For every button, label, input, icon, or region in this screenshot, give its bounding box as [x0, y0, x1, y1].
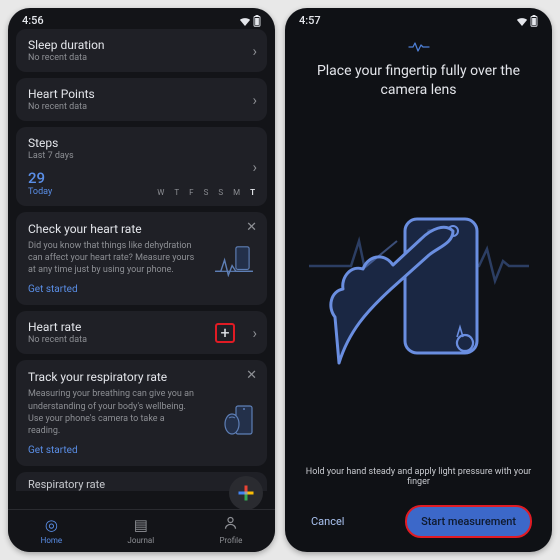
card-sleep[interactable]: Sleep duration No recent data ›: [16, 29, 267, 72]
home-icon: ◎: [45, 516, 58, 534]
wifi-icon: [239, 16, 251, 26]
card-title: Heart Points: [28, 87, 255, 101]
plus-multicolor-icon: [237, 484, 255, 502]
days-row: W T F S S M T: [157, 188, 255, 197]
fab-add[interactable]: [229, 476, 263, 510]
status-bar: 4:57: [285, 8, 552, 29]
heartbeat-icon: [408, 41, 430, 56]
fingertip-camera-illustration-icon: [309, 181, 529, 381]
card-steps[interactable]: Steps Last 7 days › 29 Today W T F S S M…: [16, 127, 267, 206]
card-heart-points[interactable]: Heart Points No recent data ›: [16, 78, 267, 121]
respiratory-illustration-icon: [222, 404, 256, 442]
journal-icon: ▤: [134, 516, 148, 534]
nav-profile[interactable]: Profile: [219, 515, 242, 545]
instruction-hint: Hold your hand steady and apply light pr…: [299, 467, 538, 487]
action-row: Cancel Start measurement: [299, 505, 538, 552]
clock: 4:56: [22, 14, 44, 27]
battery-icon: [530, 15, 538, 27]
bottom-nav: ◎ Home ▤ Journal Profile: [8, 509, 275, 552]
clock: 4:57: [299, 14, 321, 27]
chevron-right-icon: ›: [252, 91, 257, 109]
card-title: Steps: [28, 136, 255, 150]
tip-respiratory: ✕ Track your respiratory rate Measuring …: [16, 360, 267, 466]
chevron-right-icon: ›: [252, 42, 257, 60]
chevron-right-icon: ›: [252, 324, 257, 342]
steps-value: 29: [28, 169, 52, 187]
status-bar: 4:56: [8, 8, 275, 29]
steps-today: Today: [28, 187, 52, 197]
tip-body: Did you know that things like dehydratio…: [28, 240, 196, 276]
home-scroll[interactable]: Sleep duration No recent data › Heart Po…: [8, 29, 275, 509]
tip-title: Check your heart rate: [28, 222, 255, 236]
battery-icon: [253, 15, 261, 27]
tip-title: Track your respiratory rate: [28, 370, 255, 384]
card-title: Sleep duration: [28, 38, 255, 52]
card-sub: No recent data: [28, 53, 255, 63]
illustration: [299, 106, 538, 457]
card-sub: Last 7 days: [28, 151, 255, 161]
profile-icon: [223, 515, 238, 534]
nav-journal[interactable]: ▤ Journal: [127, 516, 154, 545]
card-title: Respiratory rate: [28, 478, 255, 491]
card-sub: No recent data: [28, 102, 255, 112]
phone-measurement: 4:57 Place your fingertip fully over the…: [285, 8, 552, 552]
tip-body: Measuring your breathing can give you an…: [28, 388, 196, 437]
nav-label: Home: [41, 536, 63, 545]
instruction-title: Place your fingertip fully over the came…: [299, 62, 538, 100]
measurement-content: Place your fingertip fully over the came…: [285, 29, 552, 552]
status-icons: [516, 15, 538, 27]
card-heart-rate[interactable]: Heart rate No recent data + ›: [16, 311, 267, 354]
cancel-button[interactable]: Cancel: [305, 507, 350, 536]
start-measurement-button[interactable]: Start measurement: [405, 505, 532, 538]
nav-home[interactable]: ◎ Home: [41, 516, 63, 545]
phone-fit-home: 4:56 Sleep duration No recent data › Hea…: [8, 8, 275, 552]
wifi-icon: [516, 16, 528, 26]
tip-heart-rate: ✕ Check your heart rate Did you know tha…: [16, 212, 267, 305]
get-started-link[interactable]: Get started: [28, 284, 78, 295]
get-started-link[interactable]: Get started: [28, 445, 78, 456]
add-heart-rate-button[interactable]: +: [215, 323, 235, 343]
nav-label: Profile: [219, 536, 242, 545]
close-icon[interactable]: ✕: [246, 220, 257, 235]
nav-label: Journal: [127, 536, 154, 545]
status-icons: [239, 15, 261, 27]
close-icon[interactable]: ✕: [246, 368, 257, 383]
heart-rate-illustration-icon: [215, 243, 253, 277]
chevron-right-icon: ›: [252, 158, 257, 176]
